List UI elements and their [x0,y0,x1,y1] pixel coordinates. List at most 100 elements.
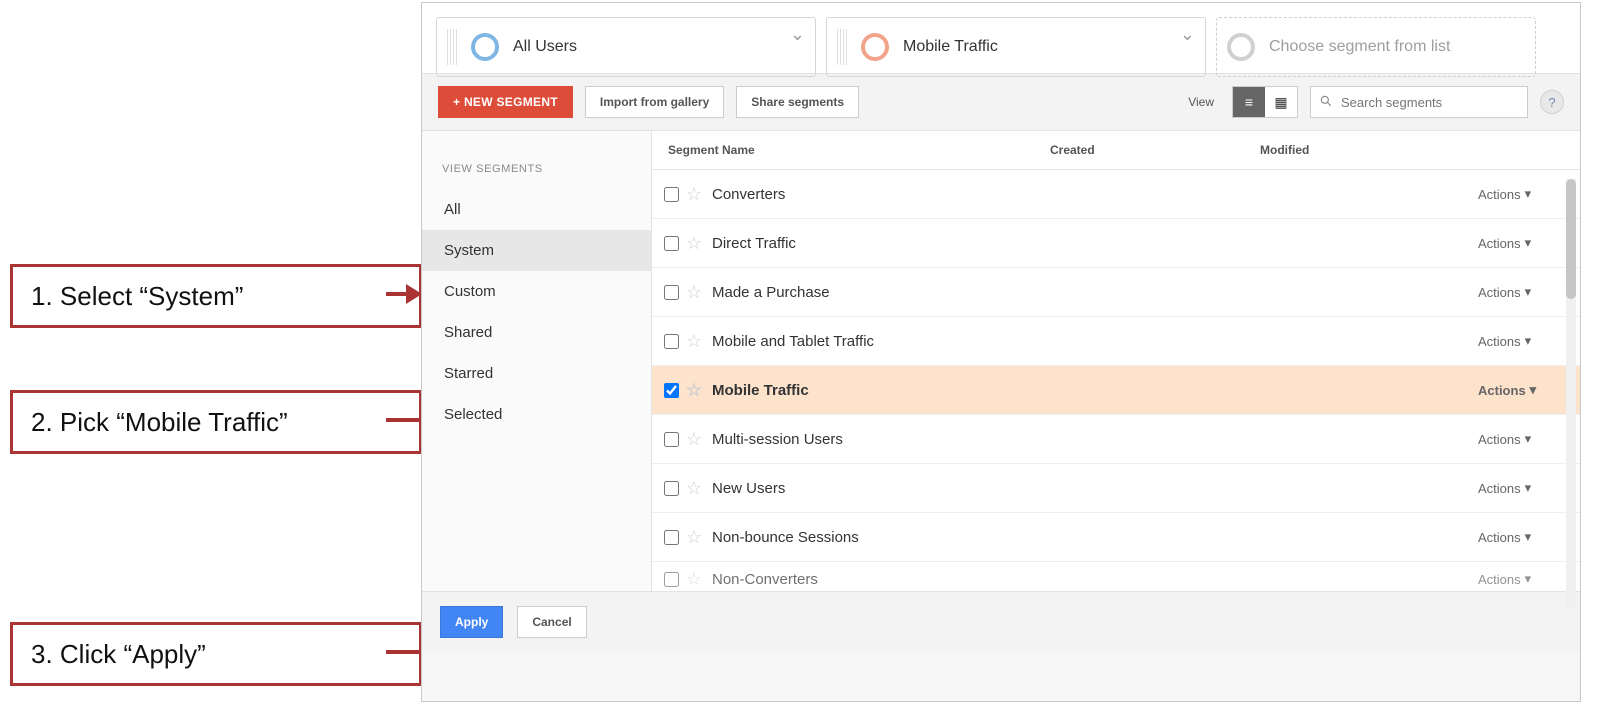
segment-color-dot [471,33,499,61]
annotation-step-1-text: 1. Select “System” [31,281,243,312]
stage: 1. Select “System” 2. Pick “Mobile Traff… [0,0,1600,721]
row-actions-menu[interactable]: Actions▾ [1478,480,1580,496]
sidebar-item-all[interactable]: All [422,189,651,230]
row-checkbox[interactable] [664,530,679,545]
star-icon[interactable]: ☆ [682,569,706,590]
annotation-step-3: 3. Click “Apply” [10,622,422,686]
sidebar-item-shared[interactable]: Shared [422,312,651,353]
applied-segments-bar: All Users ⌄ Mobile Traffic ⌄ Choose segm… [422,3,1580,73]
table-row[interactable]: ☆ Made a Purchase Actions▾ [652,268,1580,317]
segment-name: Non-bounce Sessions [706,529,1058,546]
star-icon[interactable]: ☆ [682,331,706,352]
cancel-button[interactable]: Cancel [517,606,586,638]
search-segments-box[interactable] [1310,86,1528,118]
actions-label: Actions [1478,187,1521,202]
segment-name: Multi-session Users [706,431,1058,448]
table-row[interactable]: ☆ Non-bounce Sessions Actions ▾ [652,513,1580,562]
row-actions-menu[interactable]: Actions▾ [1478,382,1580,398]
actions-label: Actions [1478,432,1521,447]
sidebar-item-custom[interactable]: Custom [422,271,651,312]
caret-down-icon: ▾ [1530,382,1537,398]
drag-handle-icon[interactable] [837,29,847,65]
star-icon[interactable]: ☆ [682,282,706,303]
segment-list-body[interactable]: ☆ Converters Actions▾ ☆ Direct Traffic A… [652,170,1580,591]
row-actions-menu[interactable]: Actions ▾ [1478,235,1580,251]
segment-list-header: Segment Name Created Modified [652,131,1580,170]
view-grid-button[interactable]: ▦ [1265,87,1297,117]
sidebar-item-starred[interactable]: Starred [422,353,651,394]
star-icon[interactable]: ☆ [682,233,706,254]
row-actions-menu[interactable]: Actions ▾ [1478,529,1580,545]
table-row[interactable]: ☆ Multi-session Users Actions ▾ [652,415,1580,464]
row-actions-menu[interactable]: Actions ▾ [1478,431,1580,447]
help-icon[interactable]: ? [1540,90,1564,114]
table-row[interactable]: ☆ Direct Traffic Actions ▾ [652,219,1580,268]
star-icon[interactable]: ☆ [682,380,706,401]
row-checkbox[interactable] [664,285,679,300]
list-icon: ≡ [1245,94,1253,110]
share-segments-button[interactable]: Share segments [736,86,859,118]
segment-list: Segment Name Created Modified ☆ Converte… [652,131,1580,591]
segment-name: Mobile Traffic [706,382,1058,399]
search-icon [1319,94,1333,111]
column-header-actions [1470,131,1580,169]
segment-card-label: All Users [513,38,577,56]
segment-card-placeholder[interactable]: Choose segment from list [1216,17,1536,77]
sidebar-item-system[interactable]: System [422,230,651,271]
search-segments-input[interactable] [1339,94,1519,111]
segment-color-dot [861,33,889,61]
view-list-button[interactable]: ≡ [1233,87,1265,117]
column-header-created[interactable]: Created [1050,131,1260,169]
row-checkbox[interactable] [664,334,679,349]
row-checkbox[interactable] [664,572,679,587]
segment-card-mobile-traffic[interactable]: Mobile Traffic ⌄ [826,17,1206,77]
segment-footer: Apply Cancel [422,591,1580,652]
caret-down-icon: ▾ [1525,235,1532,251]
row-actions-menu[interactable]: Actions▾ [1478,571,1580,587]
star-icon[interactable]: ☆ [682,429,706,450]
row-checkbox[interactable] [664,236,679,251]
row-checkbox[interactable] [664,481,679,496]
row-actions-menu[interactable]: Actions▾ [1478,333,1580,349]
table-row[interactable]: ☆ Mobile and Tablet Traffic Actions▾ [652,317,1580,366]
row-checkbox[interactable] [664,187,679,202]
segment-sidebar: VIEW SEGMENTS All System Custom Shared S… [422,131,652,591]
star-icon[interactable]: ☆ [682,478,706,499]
apply-button[interactable]: Apply [440,606,503,638]
segment-placeholder-label: Choose segment from list [1269,38,1450,56]
caret-down-icon: ▾ [1525,284,1532,300]
scrollbar-thumb[interactable] [1566,179,1576,299]
table-row-selected[interactable]: ☆ Mobile Traffic Actions▾ [652,366,1580,415]
actions-label: Actions [1478,236,1521,251]
sidebar-item-selected[interactable]: Selected [422,394,651,435]
chevron-down-icon[interactable]: ⌄ [790,24,805,45]
segment-name: Converters [706,186,1058,203]
table-row[interactable]: ☆ Non-Converters Actions▾ [652,562,1580,591]
row-actions-menu[interactable]: Actions▾ [1478,186,1580,202]
segment-name: Direct Traffic [706,235,1058,252]
import-from-gallery-button[interactable]: Import from gallery [585,86,724,118]
drag-handle-icon[interactable] [447,29,457,65]
segment-color-dot [1227,33,1255,61]
segment-card-label: Mobile Traffic [903,38,998,56]
segment-name: Non-Converters [706,571,1058,588]
segment-name: New Users [706,480,1058,497]
star-icon[interactable]: ☆ [682,527,706,548]
table-row[interactable]: ☆ New Users Actions▾ [652,464,1580,513]
actions-label: Actions [1478,530,1521,545]
new-segment-button[interactable]: + NEW SEGMENT [438,86,573,118]
segment-card-all-users[interactable]: All Users ⌄ [436,17,816,77]
column-header-modified[interactable]: Modified [1260,131,1470,169]
caret-down-icon: ▾ [1525,571,1532,587]
row-actions-menu[interactable]: Actions ▾ [1478,284,1580,300]
column-header-name[interactable]: Segment Name [652,131,1050,169]
row-checkbox[interactable] [664,432,679,447]
star-icon[interactable]: ☆ [682,184,706,205]
actions-label: Actions [1478,285,1521,300]
caret-down-icon: ▾ [1525,333,1532,349]
caret-down-icon: ▾ [1525,529,1532,545]
caret-down-icon: ▾ [1525,431,1532,447]
table-row[interactable]: ☆ Converters Actions▾ [652,170,1580,219]
chevron-down-icon[interactable]: ⌄ [1180,24,1195,45]
row-checkbox[interactable] [664,383,679,398]
